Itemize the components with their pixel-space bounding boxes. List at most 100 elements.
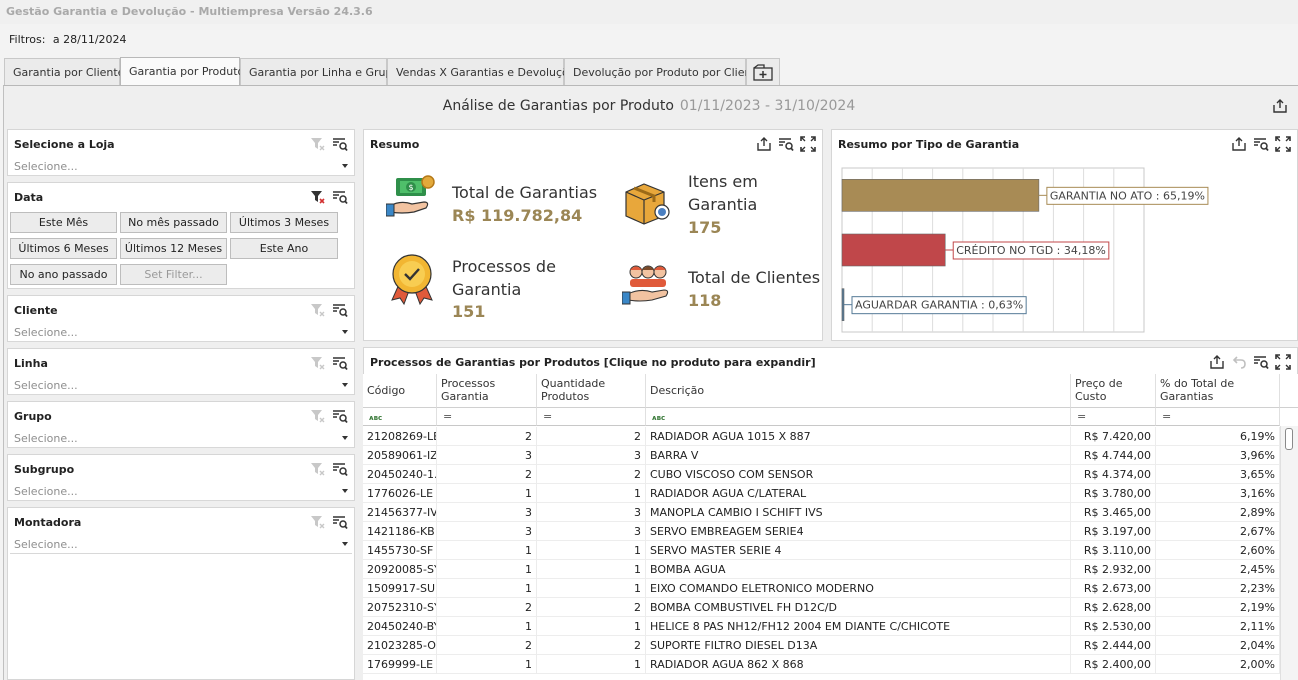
table-row[interactable]: 20450240-BY 1 1 HELICE 8 PAS NH12/FH12 2004… (363, 617, 1280, 636)
cell-codigo: 1509917-SU (363, 579, 437, 598)
cell-processos: 3 (437, 446, 537, 465)
tab-garantia-por-cliente[interactable]: Garantia por Cliente (4, 58, 124, 86)
clear-filter-icon[interactable] (310, 189, 326, 205)
search-filter-icon[interactable] (332, 408, 348, 424)
cell-codigo: 21023285-OP (363, 636, 437, 655)
table-row[interactable]: 1455730-SF 1 1 SERVO MASTER SERIE 4 R$ 3.110… (363, 541, 1280, 560)
export-icon[interactable] (1209, 354, 1225, 370)
clear-filter-icon[interactable] (310, 408, 326, 424)
tab-garantia-por-linha-e-grupo[interactable]: Garantia por Linha e Grupo (240, 58, 399, 86)
undo-icon[interactable] (1231, 354, 1247, 370)
equals-filter-icon: = (1162, 410, 1172, 423)
table-row[interactable]: 20450240-1... 2 2 CUBO VISCOSO COM SENSOR R$… (363, 465, 1280, 484)
date-filter-ultimos-6-meses[interactable]: Últimos 6 Meses (10, 238, 117, 259)
cell-descricao: RADIADOR AGUA 1015 X 887 (646, 427, 1071, 446)
tab-devolucao-por-produto[interactable]: Devolução por Produto por Cliente (564, 58, 763, 86)
kpi-label-total-clientes: Total de Clientes (688, 268, 821, 287)
table-row[interactable]: 1421186-KB 3 3 SERVO EMBREAGEM SERIE4 R$ 3.1… (363, 522, 1280, 541)
search-filter-icon[interactable] (332, 302, 348, 318)
table-row[interactable]: 1776026-LE 1 1 RADIADOR AGUA C/LATERAL R$ 3.… (363, 484, 1280, 503)
column-header-descricao[interactable]: Descrição (646, 374, 1071, 408)
cell-descricao: EIXO COMANDO ELETRONICO MODERNO (646, 579, 1071, 598)
subgrupo-select[interactable]: Selecione... (10, 483, 352, 501)
scrollbar-thumb[interactable] (1285, 428, 1293, 450)
search-filter-icon[interactable] (778, 136, 794, 152)
table-row[interactable]: 1509917-SU 1 1 EIXO COMANDO ELETRONICO MODE… (363, 579, 1280, 598)
clear-filter-icon[interactable] (310, 514, 326, 530)
tab-vendas-x-garantias[interactable]: Vendas X Garantias e Devoluções (387, 58, 581, 86)
date-filter-set-filter[interactable]: Set Filter... (120, 264, 227, 285)
chart-bar-2[interactable] (841, 288, 845, 321)
search-filter-icon[interactable] (332, 136, 348, 152)
search-filter-icon[interactable] (332, 514, 348, 530)
cell-percentual: 2,00% (1156, 655, 1280, 674)
resumo-title: Resumo (370, 138, 420, 151)
chevron-down-icon (342, 489, 348, 493)
date-filter-mes-passado[interactable]: No mês passado (120, 212, 227, 233)
column-header-processos[interactable]: Processos Garantia (437, 374, 537, 408)
date-filter-este-mes[interactable]: Este Mês (10, 212, 117, 233)
clear-filter-icon[interactable] (310, 461, 326, 477)
montadora-select[interactable]: Selecione... (10, 536, 352, 554)
filter-panel-grupo: Grupo Selecione... (7, 401, 355, 448)
kpi-label-itens-garantia: Itens em Garantia (688, 172, 758, 214)
grupo-select[interactable]: Selecione... (10, 430, 352, 448)
table-row[interactable]: 20752310-SY 2 2 BOMBA COMBUSTIVEL FH D12C/D… (363, 598, 1280, 617)
loja-select[interactable]: Selecione... (10, 158, 352, 176)
clear-filter-icon[interactable] (310, 355, 326, 371)
tab-garantia-por-produto[interactable]: Garantia por Produto (120, 57, 244, 86)
equals-filter-icon: = (443, 410, 453, 423)
maximize-icon[interactable] (800, 136, 816, 152)
table-row[interactable]: 21208269-LE 2 2 RADIADOR AGUA 1015 X 887 R$ … (363, 427, 1280, 446)
column-header-preco[interactable]: Preço de Custo (1071, 374, 1156, 408)
search-filter-icon[interactable] (332, 461, 348, 477)
table-row[interactable]: 21456377-IV 3 3 MANOPLA CAMBIO I SCHIFT IVS… (363, 503, 1280, 522)
column-header-codigo[interactable]: Código (363, 374, 437, 408)
grid-scrollbar[interactable] (1280, 426, 1298, 680)
filter-cell-percentual[interactable]: = (1156, 408, 1280, 426)
cliente-select[interactable]: Selecione... (10, 324, 352, 342)
column-header-percentual[interactable]: % do Total de Garantias (1156, 374, 1280, 408)
clear-filter-icon[interactable] (310, 302, 326, 318)
table-row[interactable]: 21023285-OP 2 2 SUPORTE FILTRO DIESEL D13A R… (363, 636, 1280, 655)
cell-preco: R$ 3.197,00 (1071, 522, 1156, 541)
date-filter-ano-passado[interactable]: No ano passado (10, 264, 117, 285)
search-filter-icon[interactable] (1253, 354, 1269, 370)
table-row[interactable]: 1769999-LE 1 1 RADIADOR AGUA 862 X 868 R$ 2.… (363, 655, 1280, 674)
filter-cell-quantidade[interactable]: = (537, 408, 646, 426)
chart-bar-1[interactable] (841, 233, 946, 267)
export-icon[interactable] (756, 136, 772, 152)
table-row[interactable]: 20920085-SY 1 1 BOMBA AGUA R$ 2.932,00 2,45% (363, 560, 1280, 579)
date-filter-ultimos-3-meses[interactable]: Últimos 3 Meses (230, 212, 338, 233)
linha-select[interactable]: Selecione... (10, 377, 352, 395)
filter-cell-preco[interactable]: = (1071, 408, 1156, 426)
cell-descricao: HELICE 8 PAS NH12/FH12 2004 EM DIANTE C/… (646, 617, 1071, 636)
clear-filter-icon[interactable] (310, 136, 326, 152)
export-icon[interactable] (1272, 98, 1288, 114)
chart-bar-0[interactable] (841, 179, 1040, 212)
maximize-icon[interactable] (1275, 354, 1291, 370)
filter-title-linha: Linha (14, 357, 48, 370)
cell-preco: R$ 3.780,00 (1071, 484, 1156, 503)
search-filter-icon[interactable] (332, 189, 348, 205)
cell-processos: 1 (437, 617, 537, 636)
search-filter-icon[interactable] (332, 355, 348, 371)
date-filter-ultimos-12-meses[interactable]: Últimos 12 Meses (120, 238, 227, 259)
equals-filter-icon: = (543, 410, 553, 423)
cell-preco: R$ 4.744,00 (1071, 446, 1156, 465)
cell-percentual: 2,19% (1156, 598, 1280, 617)
cell-descricao: BOMBA AGUA (646, 560, 1071, 579)
subgrupo-select-placeholder: Selecione... (14, 485, 78, 498)
filter-cell-descricao[interactable]: ᴀʙc (646, 408, 1071, 426)
cell-codigo: 20920085-SY (363, 560, 437, 579)
filter-cell-codigo[interactable]: ᴀʙc (363, 408, 437, 426)
window-title: Gestão Garantia e Devolução - Multiempre… (0, 0, 1298, 24)
page-title-text: Análise de Garantias por Produto (442, 98, 674, 114)
add-tab-button[interactable] (746, 58, 780, 86)
column-header-quantidade[interactable]: Quantidade Produtos (537, 374, 646, 408)
grupo-select-placeholder: Selecione... (14, 432, 78, 445)
table-row[interactable]: 20589061-IZ 3 3 BARRA V R$ 4.744,00 3,96% (363, 446, 1280, 465)
date-filter-este-ano[interactable]: Este Ano (230, 238, 338, 259)
cell-preco: R$ 3.110,00 (1071, 541, 1156, 560)
filter-cell-processos[interactable]: = (437, 408, 537, 426)
